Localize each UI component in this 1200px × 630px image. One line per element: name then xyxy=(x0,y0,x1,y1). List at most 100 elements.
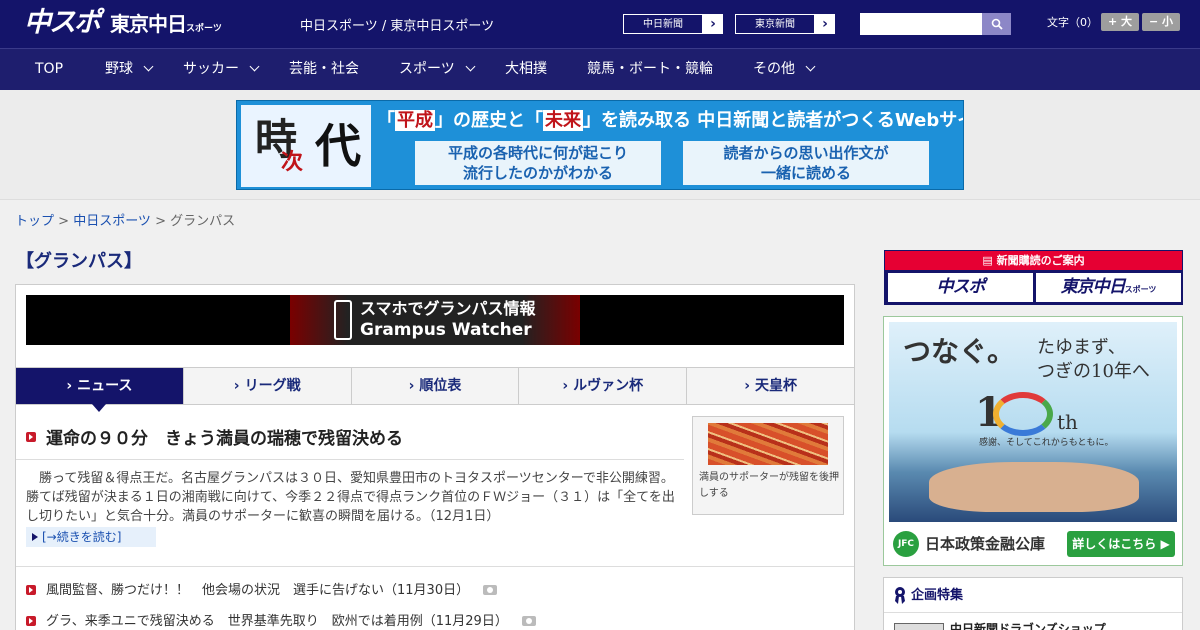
nav-label: スポーツ xyxy=(399,61,455,77)
site-header: 中スポ 東京中日スポーツ 中日スポーツ / 東京中日スポーツ 中日新聞 › 東京… xyxy=(0,0,1200,48)
tab-emperors-cup[interactable]: › 天皇杯 xyxy=(687,368,854,404)
ad-line2-b: つぎの10年へ xyxy=(1037,361,1150,382)
jfc-logo: JFC xyxy=(893,531,919,557)
read-more-text: [→続きを読む] xyxy=(42,530,122,544)
smartphone-icon xyxy=(334,300,352,340)
tab-league[interactable]: › リーグ戦 xyxy=(184,368,352,404)
supporters-photo xyxy=(708,423,828,465)
subscribe-chunichi-button[interactable]: 中スポ xyxy=(888,273,1033,302)
subscribe-tokyo-button[interactable]: 東京中日スポーツ xyxy=(1036,273,1181,302)
tab-label: ルヴァン杯 xyxy=(573,378,644,394)
tokyo-logo-text: 東京中日 xyxy=(110,12,187,36)
breadcrumb-section[interactable]: 中日スポーツ xyxy=(73,214,151,229)
subscribe-tokyo-sub: スポーツ xyxy=(1124,285,1157,294)
lead-article-title[interactable]: 運命の９０分 きょう満員の瑞穂で残留決める xyxy=(26,427,403,451)
nav-label: サッカー xyxy=(183,61,239,77)
tokyo-chunichi-logo[interactable]: 東京中日スポーツ xyxy=(110,10,222,43)
search-button[interactable] xyxy=(982,13,1011,35)
lead-photo[interactable]: 満員のサポーターが残留を後押しする xyxy=(692,416,844,515)
ad-details-button[interactable]: 詳しくはこちら ▶ xyxy=(1067,531,1175,557)
font-smaller-button[interactable]: − 小 xyxy=(1142,13,1180,31)
font-larger-button[interactable]: + 大 xyxy=(1101,13,1139,31)
newspaper-icon: ▤ xyxy=(982,254,997,267)
font-size-label: 文字（0） xyxy=(1047,16,1098,29)
chevron-right-icon: › xyxy=(562,378,569,394)
special-thumbnail[interactable] xyxy=(894,623,944,630)
sub1-line2: 流行したのかがわかる xyxy=(462,164,613,182)
bullet-icon xyxy=(26,615,36,626)
nav-label: 競馬・ボート・競輪 xyxy=(587,61,713,77)
chevron-down-icon xyxy=(249,61,260,72)
divider xyxy=(16,459,684,460)
nav-item-sumo[interactable]: 大相撲 xyxy=(505,49,547,90)
ad-line1: つなぐ。 xyxy=(903,335,1016,368)
tab-label: ニュース xyxy=(77,378,133,394)
nav-label: TOP xyxy=(35,61,64,77)
news-list-item[interactable]: 風間監督、勝つだけ！！ 他会場の状況 選手に告げない（11月30日） xyxy=(26,582,498,600)
news-title: グラ、来季ユニで残留決める 世界基準先取り 欧州では着用例（11月29日） xyxy=(46,614,508,629)
tab-levain-cup[interactable]: › ルヴァン杯 xyxy=(519,368,688,404)
tab-label: 天皇杯 xyxy=(754,378,797,394)
headline-mid: 」の歴史と「 xyxy=(435,110,543,131)
search-input[interactable] xyxy=(860,13,982,35)
jfc-advertisement[interactable]: つなぐ。 たゆまず、 つぎの10年へ 1 th 感謝、そしてこれからもともに。 J… xyxy=(883,316,1183,566)
triangle-right-icon xyxy=(32,533,38,541)
special-item-link[interactable]: 中日新聞ドラゴンズショップ xyxy=(950,620,1106,630)
jidai-banner[interactable]: 時 次 代 「平成 」の歴史と「 未来 」を読み取る 中日新聞と読者がつくるWebサイ… xyxy=(236,100,964,190)
ad-10th-mark: 1 th xyxy=(975,388,1085,440)
sub1-line1: 平成の各時代に何が起こり xyxy=(447,144,628,162)
nav-item-other[interactable]: その他 xyxy=(753,49,816,90)
special-features-box: 企画特集 中日新聞ドラゴンズショップ xyxy=(883,577,1183,630)
ad-suffix: th xyxy=(1057,410,1078,434)
camera-icon xyxy=(483,584,498,595)
chevron-right-icon: › xyxy=(408,378,415,394)
breadcrumb: トップ > 中日スポーツ > グランパス xyxy=(15,210,235,229)
nav-item-entertainment[interactable]: 芸能・社会 xyxy=(289,49,359,90)
banner-sub-2: 読者からの思い出作文が 一緒に読める xyxy=(683,141,929,185)
nav-item-sports[interactable]: スポーツ xyxy=(399,49,476,90)
nav-item-top[interactable]: TOP xyxy=(35,49,63,90)
banner-headline: 「平成 」の歴史と「 未来 」を読み取る 中日新聞と読者がつくるWebサイト xyxy=(377,107,963,135)
tokyo-newspaper-link[interactable]: 東京新聞 › xyxy=(734,13,836,35)
special-head: 企画特集 xyxy=(884,578,1182,613)
grampus-watcher-banner[interactable]: スマホでグランパス情報 Grampus Watcher xyxy=(26,295,844,345)
headline-pre: 「 xyxy=(377,110,395,131)
nav-item-soccer[interactable]: サッカー xyxy=(183,49,260,90)
ad-footer: JFC 日本政策金融公庫 詳しくはこちら ▶ xyxy=(889,527,1177,561)
read-more-link[interactable]: [→続きを読む] xyxy=(26,527,156,547)
chunichi-link-label: 中日新聞 xyxy=(623,14,703,34)
camera-icon xyxy=(521,615,536,626)
subscription-head-text: 新聞購読のご案内 xyxy=(996,254,1085,267)
gw-line1: スマホでグランパス情報 xyxy=(360,299,536,318)
chevron-right-icon: › xyxy=(710,16,716,32)
photo-caption: 満員のサポーターが残留を後押しする xyxy=(699,472,839,499)
chevron-right-icon: › xyxy=(66,378,73,394)
breadcrumb-home[interactable]: トップ xyxy=(15,214,54,229)
news-list-item[interactable]: グラ、来季ユニで残留決める 世界基準先取り 欧州では着用例（11月29日） xyxy=(26,613,536,630)
bullet-icon xyxy=(26,432,36,442)
headline-em-heisei: 平成 xyxy=(395,110,435,131)
nav-item-racing[interactable]: 競馬・ボート・競輪 xyxy=(587,49,713,90)
tab-label: リーグ戦 xyxy=(244,378,301,394)
ad-image: つなぐ。 たゆまず、 つぎの10年へ 1 th 感謝、そしてこれからもともに。 xyxy=(889,322,1177,522)
chevron-down-icon xyxy=(465,61,476,72)
ribbon-icon xyxy=(895,587,905,604)
banner-area: 時 次 代 「平成 」の歴史と「 未来 」を読み取る 中日新聞と読者がつくるWebサイ… xyxy=(0,90,1200,200)
jfc-name: 日本政策金融公庫 xyxy=(925,535,1046,553)
banner-sub-1: 平成の各時代に何が起こり 流行したのかがわかる xyxy=(415,141,661,185)
nav-label: その他 xyxy=(753,61,795,77)
banner-kanji-2: 次 xyxy=(281,149,304,175)
chevron-right-icon: › xyxy=(822,16,828,32)
chunichi-sports-logo[interactable]: 中スポ xyxy=(24,6,101,40)
nav-item-baseball[interactable]: 野球 xyxy=(105,49,154,90)
tab-news[interactable]: › ニュース xyxy=(16,368,184,412)
chunichi-newspaper-link[interactable]: 中日新聞 › xyxy=(622,13,724,35)
news-title: 風間監督、勝つだけ！！ 他会場の状況 選手に告げない（11月30日） xyxy=(46,583,470,598)
headline-post: 」を読み取る 中日新聞と読者がつくるWebサイト xyxy=(583,110,964,131)
breadcrumb-sep: > xyxy=(150,214,171,229)
nav-label: 大相撲 xyxy=(505,61,547,77)
sub2-line1: 読者からの思い出作文が xyxy=(723,144,889,162)
banner-kanji-3: 代 xyxy=(315,119,361,173)
tab-standings[interactable]: › 順位表 xyxy=(352,368,520,404)
chevron-right-icon: › xyxy=(744,378,750,394)
